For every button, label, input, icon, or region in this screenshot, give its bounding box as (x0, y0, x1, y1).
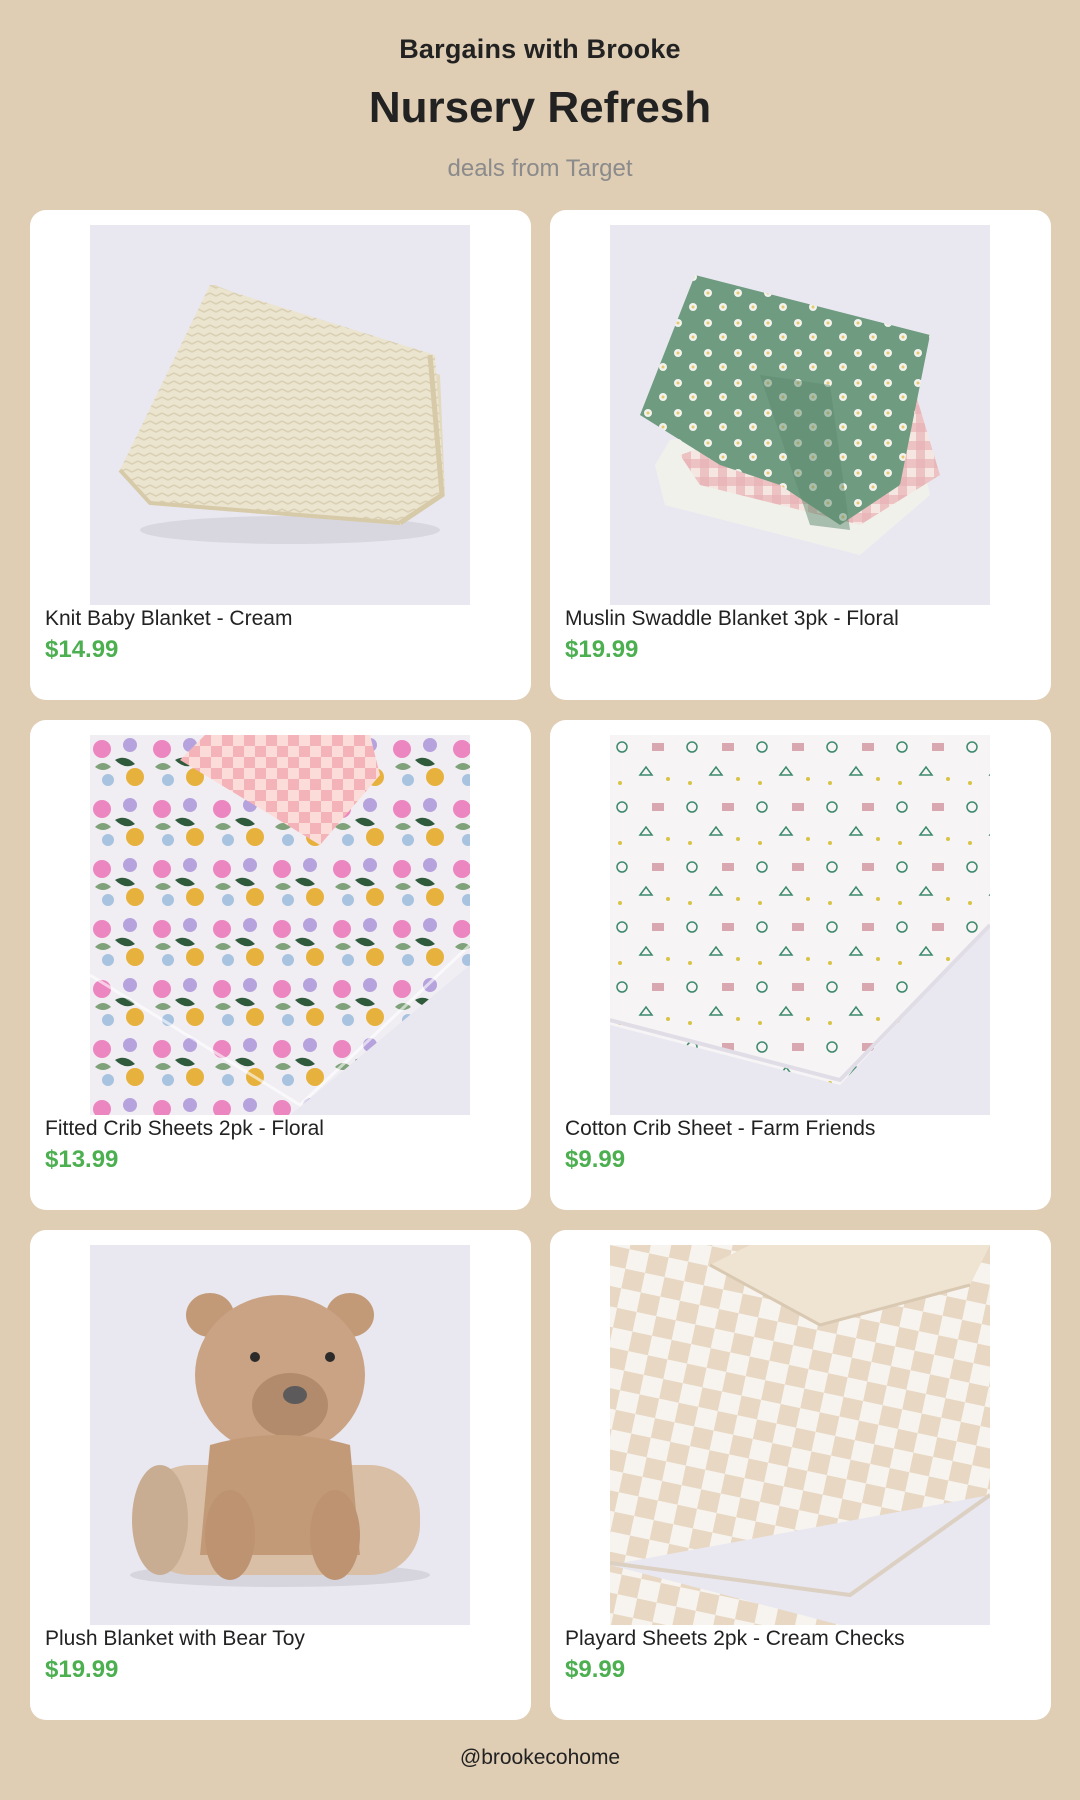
product-price: $13.99 (45, 1146, 119, 1173)
product-name[interactable]: Fitted Crib Sheets 2pk - Floral (45, 1117, 324, 1141)
knit-blanket-image[interactable] (90, 225, 470, 605)
product-card[interactable]: Plush Blanket with Bear Toy $19.99 (30, 1230, 531, 1720)
product-price: $9.99 (565, 1656, 626, 1683)
farm-crib-sheet-image[interactable] (610, 735, 990, 1115)
product-name[interactable]: Knit Baby Blanket - Cream (45, 607, 292, 631)
product-card[interactable]: Cotton Crib Sheet - Farm Friends $9.99 (550, 720, 1051, 1210)
product-price: $14.99 (45, 636, 119, 663)
product-card[interactable]: Fitted Crib Sheets 2pk - Floral $13.99 (30, 720, 531, 1210)
floral-crib-sheet-image[interactable] (90, 735, 470, 1115)
product-grid: Knit Baby Blanket - Cream $14.99 Muslin … (30, 210, 1051, 1720)
product-card[interactable]: Knit Baby Blanket - Cream $14.99 (30, 210, 531, 700)
checks-playard-sheet-image[interactable] (610, 1245, 990, 1625)
product-price: $19.99 (565, 636, 639, 663)
product-price: $9.99 (565, 1146, 626, 1173)
bear-blanket-image[interactable] (90, 1245, 470, 1625)
page-subtitle: deals from Target (447, 155, 633, 182)
header: Bargains with Brooke Nursery Refresh dea… (0, 0, 1080, 183)
product-price: $19.99 (45, 1656, 119, 1683)
product-card[interactable]: Playard Sheets 2pk - Cream Checks $9.99 (550, 1230, 1051, 1720)
brand-name: Bargains with Brooke (399, 34, 681, 64)
swaddle-blankets-image[interactable] (610, 225, 990, 605)
product-name[interactable]: Muslin Swaddle Blanket 3pk - Floral (565, 607, 899, 631)
product-card[interactable]: Muslin Swaddle Blanket 3pk - Floral $19.… (550, 210, 1051, 700)
product-name[interactable]: Plush Blanket with Bear Toy (45, 1627, 305, 1651)
social-handle[interactable]: @brookecohome (0, 1746, 1080, 1770)
product-name[interactable]: Playard Sheets 2pk - Cream Checks (565, 1627, 905, 1651)
page-title: Nursery Refresh (368, 83, 712, 132)
product-name[interactable]: Cotton Crib Sheet - Farm Friends (565, 1117, 875, 1141)
